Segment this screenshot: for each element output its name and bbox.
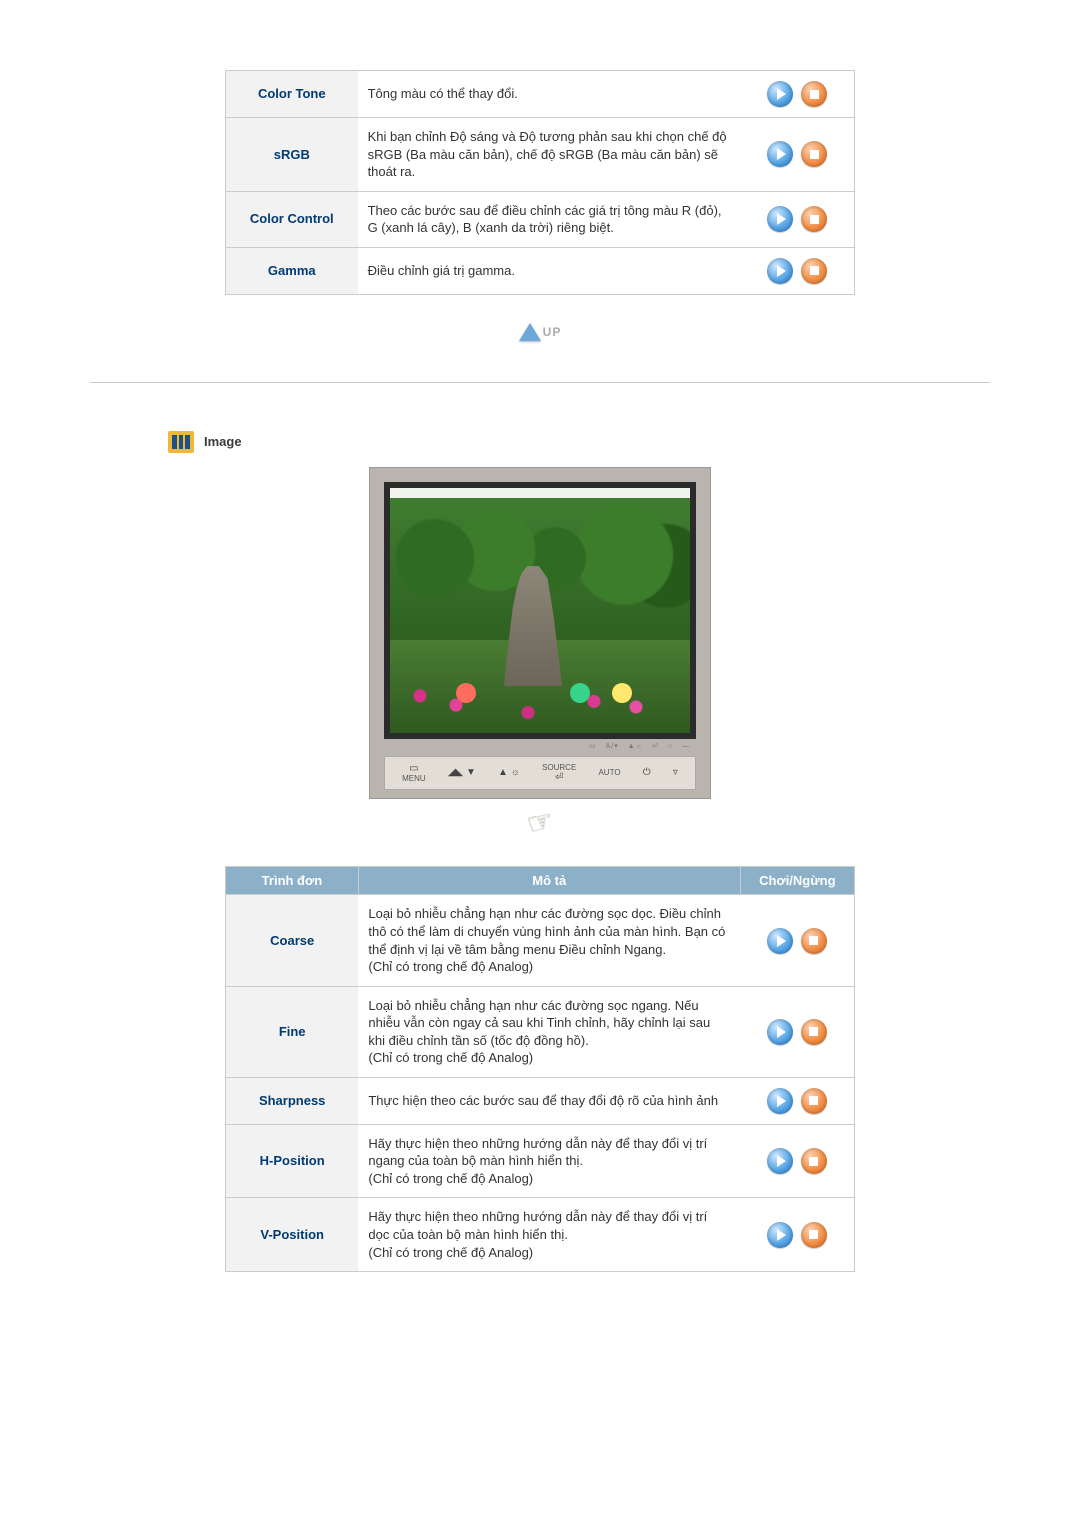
- table-row: sRGB Khi bạn chỉnh Độ sáng và Độ tương p…: [226, 118, 855, 192]
- row-desc: Điều chỉnh giá trị gamma.: [358, 247, 741, 294]
- stop-icon[interactable]: [801, 258, 827, 284]
- table-row: V-Position Hãy thực hiện theo những hướn…: [226, 1198, 855, 1272]
- row-label: Gamma: [226, 247, 358, 294]
- hand-pointer-icon: ☞: [522, 803, 557, 844]
- play-icon[interactable]: [767, 1088, 793, 1114]
- row-desc: Tông màu có thể thay đổi.: [358, 71, 741, 118]
- monitor-indicators: ▭ A/▾ ▲☼ ⏎ ○ —: [370, 742, 690, 750]
- table-row: Gamma Điều chỉnh giá trị gamma.: [226, 247, 855, 294]
- image-section-icon: [168, 431, 194, 453]
- row-label: H-Position: [226, 1124, 359, 1198]
- row-label: sRGB: [226, 118, 358, 192]
- table-row: H-Position Hãy thực hiện theo những hướn…: [226, 1124, 855, 1198]
- section-header-image: Image: [168, 431, 990, 453]
- stop-icon[interactable]: [801, 206, 827, 232]
- table-row: Color Tone Tông màu có thể thay đổi.: [226, 71, 855, 118]
- row-label: Sharpness: [226, 1077, 359, 1124]
- monitor-down-button[interactable]: ◢◣ ▼: [448, 767, 476, 779]
- table-row: Fine Loại bỏ nhiễu chẳng hạn như các đườ…: [226, 986, 855, 1077]
- row-desc: Loại bỏ nhiễu chẳng hạn như các đường sọ…: [358, 895, 740, 986]
- row-label: Color Control: [226, 191, 358, 247]
- divider: [90, 382, 990, 383]
- col-header-menu: Trình đơn: [226, 867, 359, 895]
- stop-icon[interactable]: [801, 141, 827, 167]
- monitor-illustration: ▭ A/▾ ▲☼ ⏎ ○ — ▭ MENU ◢◣ ▼ ▲ ☼ SO: [369, 467, 711, 800]
- monitor-power-button[interactable]: ⏻: [643, 767, 651, 779]
- play-icon[interactable]: [767, 928, 793, 954]
- section-title: Image: [204, 434, 242, 449]
- play-icon[interactable]: [767, 258, 793, 284]
- stop-icon[interactable]: [801, 81, 827, 107]
- monitor-button-strip: ▭ MENU ◢◣ ▼ ▲ ☼ SOURCE ⏎ AUTO ⏻: [384, 756, 696, 791]
- row-desc: Hãy thực hiện theo những hướng dẫn này đ…: [358, 1198, 740, 1272]
- row-label: V-Position: [226, 1198, 359, 1272]
- row-desc: Loại bỏ nhiễu chẳng hạn như các đường sọ…: [358, 986, 740, 1077]
- play-icon[interactable]: [767, 1148, 793, 1174]
- stop-icon[interactable]: [801, 928, 827, 954]
- monitor-misc-button[interactable]: ▿: [673, 767, 678, 779]
- col-header-play: Chơi/Ngừng: [740, 867, 854, 895]
- row-label: Color Tone: [226, 71, 358, 118]
- play-icon[interactable]: [767, 1019, 793, 1045]
- stop-icon[interactable]: [801, 1148, 827, 1174]
- row-label: Fine: [226, 986, 359, 1077]
- monitor-auto-button[interactable]: AUTO: [598, 768, 620, 777]
- row-label: Coarse: [226, 895, 359, 986]
- table-row: Coarse Loại bỏ nhiễu chẳng hạn như các đ…: [226, 895, 855, 986]
- col-header-desc: Mô tả: [358, 867, 740, 895]
- up-label: UP: [543, 325, 562, 339]
- monitor-source-button[interactable]: SOURCE ⏎: [542, 763, 576, 784]
- play-icon[interactable]: [767, 206, 793, 232]
- row-desc: Thực hiện theo các bước sau để thay đổi …: [358, 1077, 740, 1124]
- play-icon[interactable]: [767, 81, 793, 107]
- image-settings-table: Trình đơn Mô tả Chơi/Ngừng Coarse Loại b…: [225, 866, 855, 1272]
- row-desc: Hãy thực hiện theo những hướng dẫn này đ…: [358, 1124, 740, 1198]
- monitor-screen: [384, 482, 696, 739]
- stop-icon[interactable]: [801, 1019, 827, 1045]
- row-desc: Theo các bước sau để điều chỉnh các giá …: [358, 191, 741, 247]
- monitor-menu-button[interactable]: ▭ MENU: [402, 763, 426, 784]
- stop-icon[interactable]: [801, 1222, 827, 1248]
- play-icon[interactable]: [767, 141, 793, 167]
- play-icon[interactable]: [767, 1222, 793, 1248]
- stop-icon[interactable]: [801, 1088, 827, 1114]
- scroll-top-button[interactable]: UP: [519, 323, 562, 341]
- color-settings-table: Color Tone Tông màu có thể thay đổi. sRG…: [225, 70, 855, 295]
- row-desc: Khi bạn chỉnh Độ sáng và Độ tương phản s…: [358, 118, 741, 192]
- monitor-up-button[interactable]: ▲ ☼: [498, 767, 520, 779]
- table-row: Color Control Theo các bước sau để điều …: [226, 191, 855, 247]
- arrow-up-icon: [519, 323, 541, 341]
- table-row: Sharpness Thực hiện theo các bước sau để…: [226, 1077, 855, 1124]
